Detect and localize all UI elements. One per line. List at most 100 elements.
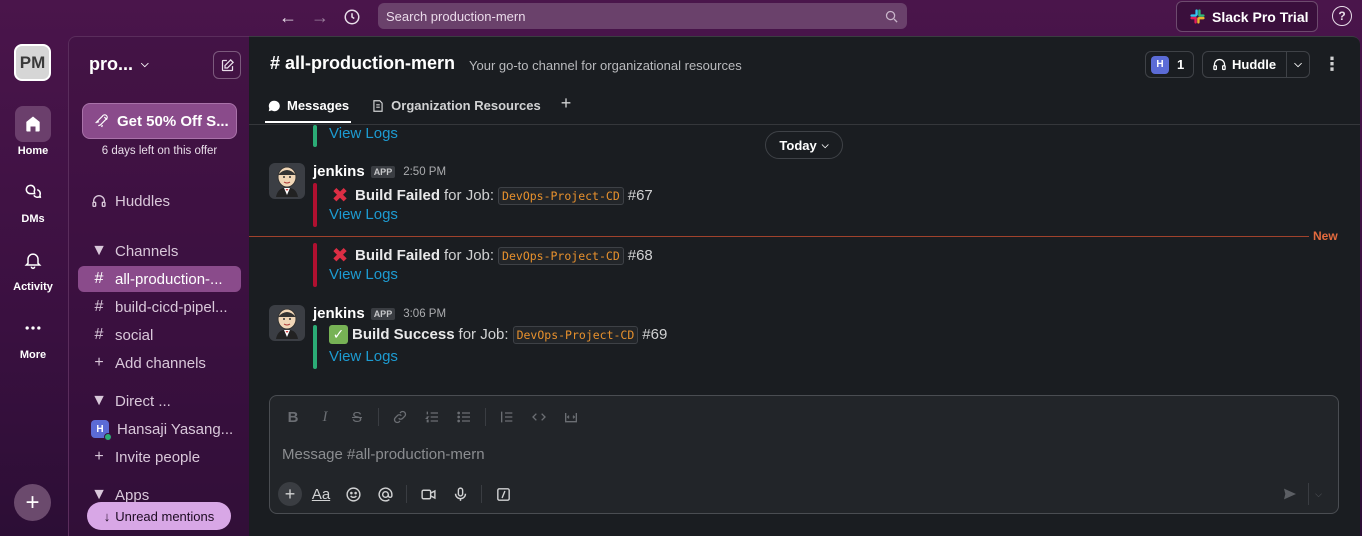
- channel-view: # all-production-mern Your go-to channel…: [249, 36, 1360, 536]
- sidebar-channel-build-cicd[interactable]: # build-cicd-pipel...: [78, 294, 241, 320]
- attachment-bar: [313, 183, 317, 227]
- invite-people-button[interactable]: + Invite people: [78, 444, 241, 470]
- italic-icon[interactable]: I: [312, 406, 338, 428]
- member-avatar: H: [1151, 55, 1169, 74]
- message-input[interactable]: [282, 446, 1322, 463]
- workspace-avatar[interactable]: PM: [14, 44, 51, 81]
- send-button[interactable]: [1278, 483, 1302, 505]
- toolbar-divider: [485, 408, 486, 426]
- rail-item-more[interactable]: More: [0, 310, 66, 361]
- forward-arrow-icon[interactable]: →: [307, 5, 333, 29]
- toolbar-divider: [481, 485, 482, 503]
- jenkins-avatar[interactable]: [269, 305, 305, 341]
- video-icon[interactable]: [415, 482, 441, 506]
- workspace-rail: PM Home DMs Activity More +: [0, 36, 68, 536]
- hash-icon: #: [94, 298, 104, 315]
- timestamp[interactable]: 2:50 PM: [403, 166, 446, 178]
- rocket-icon: [95, 114, 108, 128]
- tab-organization-resources[interactable]: Organization Resources: [369, 95, 543, 121]
- slash-shortcut-icon[interactable]: [490, 482, 516, 506]
- rail-label-activity: Activity: [13, 281, 53, 293]
- new-messages-divider: [249, 236, 1309, 237]
- job-name: DevOps-Project-CD: [512, 325, 639, 344]
- plus-icon: +: [94, 354, 104, 371]
- bulleted-list-icon[interactable]: [451, 406, 477, 428]
- code-icon[interactable]: [526, 406, 552, 428]
- sidebar-channel-social[interactable]: # social: [78, 322, 241, 348]
- code-block-icon[interactable]: [558, 406, 584, 428]
- members-button[interactable]: H 1: [1145, 51, 1194, 78]
- message-feed: View Logs Today ⌵ jenkins APP 2:50 PM ✖: [249, 125, 1360, 395]
- add-channels-button[interactable]: + Add channels: [78, 350, 241, 376]
- apps-header: Apps: [115, 486, 150, 504]
- invite-label: Invite people: [115, 448, 201, 466]
- sidebar-channel-all-production[interactable]: # all-production-...: [78, 266, 241, 292]
- app-badge: APP: [370, 307, 396, 320]
- canvas-doc-icon: [373, 99, 383, 112]
- chevron-down-icon[interactable]: ⌵: [1287, 59, 1309, 70]
- author-name[interactable]: jenkins: [313, 163, 365, 180]
- upgrade-offer-button[interactable]: Get 50% Off S...: [82, 103, 237, 139]
- avatar-initial: H: [96, 423, 104, 435]
- compose-button[interactable]: [213, 51, 241, 79]
- emoji-icon[interactable]: [340, 482, 366, 506]
- add-workspace-button[interactable]: +: [14, 484, 51, 521]
- sidebar-dm-hansaji[interactable]: H Hansaji Yasang...: [78, 416, 241, 442]
- help-icon[interactable]: ?: [1332, 6, 1352, 26]
- unread-mentions-button[interactable]: ↓ Unread mentions: [87, 502, 231, 530]
- channels-section-header[interactable]: ▼ Channels: [78, 238, 241, 264]
- attach-plus-icon[interactable]: +: [278, 482, 302, 506]
- channel-name: build-cicd-pipel...: [115, 298, 228, 316]
- rail-item-activity[interactable]: Activity: [0, 242, 66, 293]
- text-style-icon[interactable]: Aa: [308, 482, 334, 506]
- add-channels-label: Add channels: [115, 354, 206, 372]
- workspace-name: pro...: [89, 54, 133, 74]
- blockquote-icon[interactable]: [494, 406, 520, 428]
- huddle-start[interactable]: Huddle: [1203, 52, 1287, 77]
- view-logs-link[interactable]: View Logs: [329, 206, 398, 223]
- slack-pro-trial-button[interactable]: Slack Pro Trial: [1176, 1, 1318, 32]
- direct-messages-section-header[interactable]: ▼ Direct ...: [78, 388, 241, 414]
- kebab-menu-icon[interactable]: ⋮: [1323, 51, 1341, 78]
- sidebar-item-huddles[interactable]: Huddles: [78, 188, 241, 214]
- search-bar[interactable]: Search production-mern: [378, 3, 907, 29]
- rail-label-home: Home: [17, 145, 49, 157]
- microphone-icon[interactable]: [447, 482, 473, 506]
- link-icon[interactable]: [387, 406, 413, 428]
- workspace-switcher[interactable]: pro... ⌵: [89, 54, 149, 75]
- attachment-bar: [313, 125, 317, 147]
- ordered-list-icon[interactable]: [419, 406, 445, 428]
- view-logs-link[interactable]: View Logs: [329, 348, 398, 365]
- channels-header: Channels: [115, 242, 179, 260]
- timestamp[interactable]: 3:06 PM: [403, 308, 446, 320]
- dm-user-name: Hansaji Yasang...: [117, 420, 234, 438]
- view-logs-link[interactable]: View Logs: [329, 125, 398, 142]
- add-tab-plus-icon[interactable]: +: [561, 93, 572, 114]
- attachment-bar: [313, 325, 317, 369]
- schedule-dropdown-chevron-icon[interactable]: ⌵: [1308, 483, 1328, 505]
- channel-title[interactable]: # all-production-mern: [270, 53, 455, 74]
- bold-icon[interactable]: B: [280, 406, 306, 428]
- for-job-text: for Job:: [444, 247, 495, 264]
- toolbar-divider: [406, 485, 407, 503]
- tab-messages[interactable]: Messages: [265, 95, 352, 123]
- history-icon[interactable]: [339, 5, 365, 29]
- headphones-icon: [1213, 58, 1226, 71]
- view-logs-link[interactable]: View Logs: [329, 266, 398, 283]
- message-header: jenkins APP 3:06 PM: [313, 305, 446, 322]
- mention-icon[interactable]: [372, 482, 398, 506]
- author-name[interactable]: jenkins: [313, 305, 365, 322]
- rail-item-dms[interactable]: DMs: [0, 174, 66, 225]
- strikethrough-icon[interactable]: S: [344, 406, 370, 428]
- date-divider-today[interactable]: Today ⌵: [765, 131, 843, 159]
- rail-item-home[interactable]: Home: [0, 106, 66, 157]
- avatar: H: [91, 420, 112, 441]
- home-icon: [15, 106, 51, 142]
- cross-mark-icon: ✖: [331, 245, 349, 267]
- jenkins-avatar[interactable]: [269, 163, 305, 199]
- huddles-label: Huddles: [115, 192, 171, 210]
- for-job-text: for Job:: [444, 187, 495, 204]
- back-arrow-icon[interactable]: ←: [275, 5, 301, 29]
- headphones-icon: [91, 193, 107, 209]
- huddle-button[interactable]: Huddle ⌵: [1202, 51, 1310, 78]
